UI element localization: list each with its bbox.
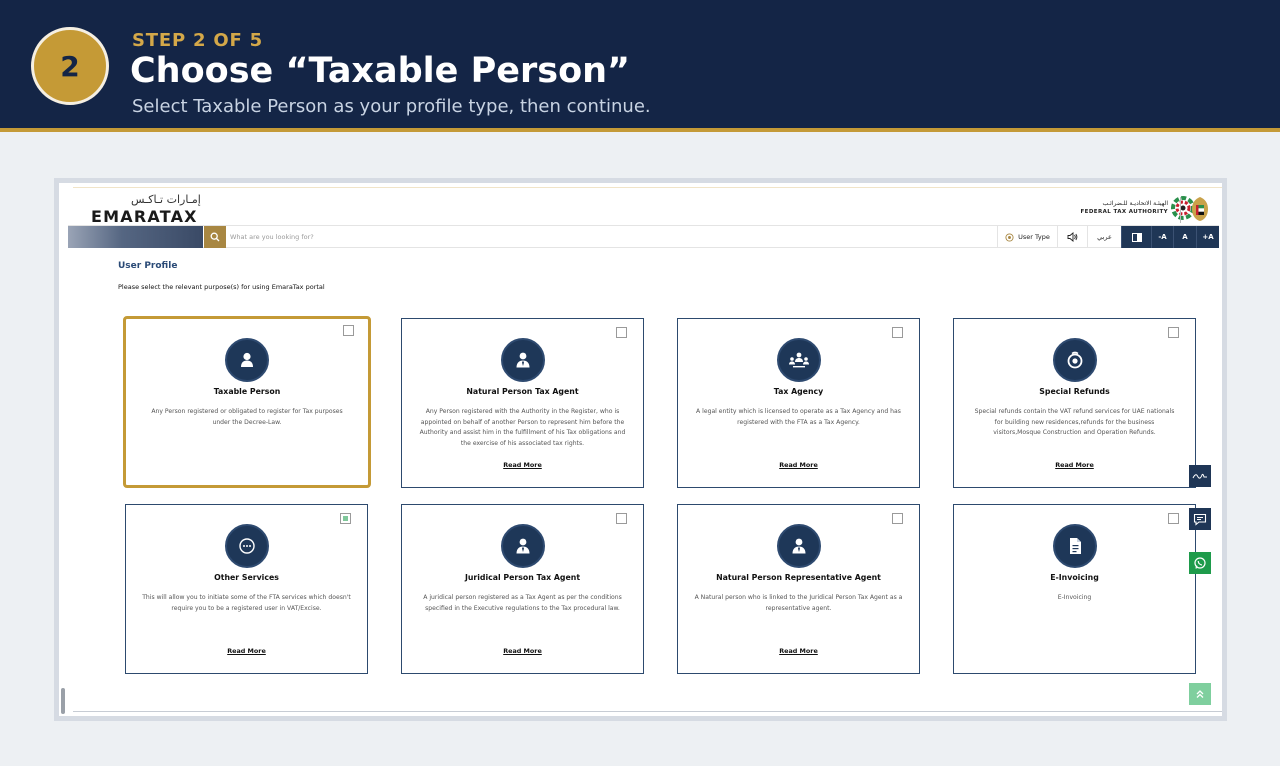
step-header: 2 STEP 2 OF 5 Choose “Taxable Person” Se… (0, 0, 1280, 128)
whatsapp-button[interactable] (1189, 552, 1211, 574)
read-more-link[interactable]: Read More (954, 461, 1195, 469)
card-title: E-Invoicing (1050, 573, 1099, 582)
card-checkbox[interactable] (616, 513, 627, 524)
card-checkbox[interactable] (892, 513, 903, 524)
screenshot-frame: إمـارات تـاكـس EMARATAX الهيئـة الاتحادي… (54, 178, 1227, 721)
top-divider (73, 187, 1222, 188)
card-checkbox[interactable] (616, 327, 627, 338)
contrast-icon (1131, 232, 1142, 242)
card-description: This will allow you to initiate some of … (142, 594, 351, 612)
signature-button[interactable] (1189, 465, 1211, 487)
card-description: Any Person registered or obligated to re… (151, 408, 343, 426)
language-label: عربي (1097, 233, 1112, 241)
card-checkbox[interactable] (340, 513, 351, 524)
agent-icon (500, 524, 545, 568)
search-icon (210, 232, 220, 242)
user-type-button[interactable]: User Type (997, 226, 1057, 248)
refund-icon (1052, 338, 1097, 382)
card-checkbox[interactable] (892, 327, 903, 338)
chat-button[interactable] (1189, 508, 1211, 530)
bottom-divider (73, 711, 1222, 712)
card-juridical-person-tax-agent[interactable]: Juridical Person Tax Agent A juridical p… (401, 504, 644, 674)
font-decrease-button[interactable]: -A (1151, 226, 1173, 248)
agent-icon (500, 338, 545, 382)
speaker-icon (1067, 232, 1078, 242)
fta-name-arabic: الهيئـة الاتحاديـة للـضرائـب (1102, 200, 1168, 207)
audio-button[interactable] (1057, 226, 1087, 248)
card-title: Juridical Person Tax Agent (464, 573, 581, 582)
document-icon (1052, 524, 1097, 568)
language-toggle[interactable]: عربي (1087, 226, 1121, 248)
contrast-toggle[interactable] (1121, 226, 1151, 248)
whatsapp-icon (1194, 557, 1206, 569)
read-more-link[interactable]: Read More (678, 461, 919, 469)
card-taxable-person[interactable]: Taxable Person Any Person registered or … (123, 316, 371, 488)
card-description: Special refunds contain the VAT refund s… (974, 408, 1175, 437)
search-input[interactable] (230, 228, 990, 246)
read-more-link[interactable]: Read More (678, 647, 919, 655)
scrollbar[interactable] (61, 688, 65, 714)
card-description: A legal entity which is licensed to oper… (696, 408, 901, 426)
card-natural-person-tax-agent[interactable]: Natural Person Tax Agent Any Person regi… (401, 318, 644, 488)
card-description: A juridical person registered as a Tax A… (423, 594, 622, 612)
search-bar: User Type عربي -A A +A (68, 225, 1219, 248)
step-title: Choose “Taxable Person” (130, 51, 631, 91)
card-title: Natural Person Representative Agent (716, 573, 881, 582)
read-more-link[interactable]: Read More (402, 647, 643, 655)
person-icon (225, 338, 269, 382)
uae-emblem-icon (1192, 197, 1208, 221)
card-description: A Natural person who is linked to the Ju… (694, 594, 903, 612)
read-more-link[interactable]: Read More (126, 647, 367, 655)
double-chevron-up-icon (1196, 690, 1204, 698)
card-title: Special Refunds (1039, 387, 1110, 396)
read-more-link[interactable]: Read More (402, 461, 643, 469)
card-title: Natural Person Tax Agent (466, 387, 579, 396)
chat-icon (1193, 513, 1207, 526)
more-icon (224, 524, 269, 568)
card-tax-agency[interactable]: Tax Agency A legal entity which is licen… (677, 318, 920, 488)
step-number-badge: 2 (31, 27, 109, 105)
agent-icon (776, 524, 821, 568)
card-e-invoicing[interactable]: E-Invoicing E-Invoicing (953, 504, 1196, 674)
header-divider (0, 128, 1280, 132)
card-special-refunds[interactable]: Special Refunds Special refunds contain … (953, 318, 1196, 488)
logo-separator (1180, 197, 1181, 223)
card-title: Tax Agency (773, 387, 824, 396)
font-normal-button[interactable]: A (1173, 226, 1196, 248)
card-natural-person-representative-agent[interactable]: Natural Person Representative Agent A Na… (677, 504, 920, 674)
fta-name-english: FEDERAL TAX AUTHORITY (1080, 209, 1168, 215)
card-title: Taxable Person (213, 387, 281, 396)
card-description: E-Invoicing (1057, 594, 1092, 601)
user-type-label: User Type (1018, 233, 1050, 241)
step-subtitle: Select Taxable Person as your profile ty… (132, 96, 651, 117)
search-button[interactable] (204, 226, 226, 248)
card-description: Any Person registered with the Authority… (419, 408, 626, 447)
font-increase-button[interactable]: +A (1196, 226, 1219, 248)
profile-title: User Profile (118, 261, 178, 271)
logo-arabic: إمـارات تـاكـس (131, 193, 201, 206)
portal-window: إمـارات تـاكـس EMARATAX الهيئـة الاتحادي… (59, 183, 1222, 716)
logo-text: EMARATAX (91, 207, 198, 226)
card-title: Other Services (214, 573, 279, 582)
agency-icon (776, 338, 821, 382)
card-other-services[interactable]: Other Services This will allow you to in… (125, 504, 368, 674)
scroll-to-top-button[interactable] (1189, 683, 1211, 705)
user-type-icon (1005, 232, 1014, 242)
profile-instructions: Please select the relevant purpose(s) fo… (118, 283, 325, 291)
emaratax-logo[interactable]: EMARATAX (91, 207, 198, 226)
card-checkbox[interactable] (1168, 327, 1179, 338)
signature-icon (1192, 473, 1207, 479)
redacted-user-area (68, 226, 203, 248)
card-checkbox[interactable] (343, 325, 354, 336)
step-kicker: STEP 2 OF 5 (132, 30, 263, 51)
card-checkbox[interactable] (1168, 513, 1179, 524)
